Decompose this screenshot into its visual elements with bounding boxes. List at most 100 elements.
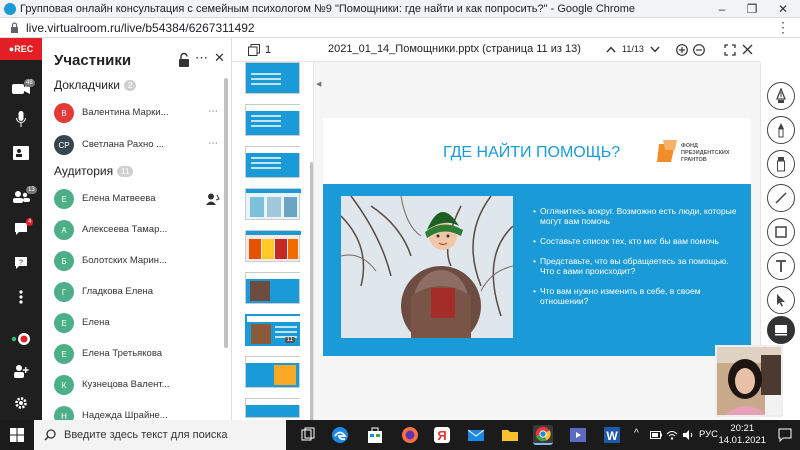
lock-icon	[11, 22, 18, 33]
windows-start-icon[interactable]	[10, 428, 24, 442]
participant-row[interactable]: Б Болотских Марин...	[54, 248, 224, 274]
url-text[interactable]: live.virtualroom.ru/live/b54384/62673114…	[26, 21, 255, 35]
panel-close-button[interactable]: ✕	[214, 50, 225, 66]
panel-more-button[interactable]: ⋯	[195, 50, 208, 66]
mail-icon[interactable]	[466, 425, 486, 445]
slide-bullet: Что вам нужно изменить в себе, в своем о…	[533, 286, 743, 306]
close-document-icon[interactable]	[742, 44, 753, 55]
webcam-video-tile[interactable]	[715, 345, 783, 417]
participant-row[interactable]: А Алексеева Тамар...	[54, 217, 224, 243]
rectangle-icon	[775, 226, 787, 238]
brush-tool-button[interactable]	[767, 116, 795, 144]
close-window-button[interactable]: ✕	[768, 0, 798, 18]
participant-row[interactable]: Е Елена Матвеева	[54, 186, 224, 212]
more-options-button[interactable]	[0, 284, 42, 310]
unlock-icon[interactable]	[178, 53, 190, 67]
participant-row[interactable]: К Кузнецова Валент...	[54, 372, 224, 398]
tray-chevron-icon[interactable]: ^	[634, 428, 639, 439]
taskbar-search-box[interactable]: Введите здесь текст для поиска	[34, 420, 286, 450]
cursor-icon	[777, 294, 785, 307]
text-tool-button[interactable]	[767, 252, 795, 280]
task-view-icon[interactable]	[298, 425, 318, 445]
presentation-mode-button[interactable]	[767, 316, 795, 344]
file-explorer-icon[interactable]	[500, 425, 520, 445]
word-icon[interactable]: W	[602, 425, 622, 445]
current-thumb-number: 11	[284, 337, 295, 343]
participant-row[interactable]: Е Елена Третьякова	[54, 341, 224, 367]
text-icon	[776, 260, 786, 272]
gear-icon	[15, 397, 27, 409]
marker-tool-button[interactable]	[767, 150, 795, 178]
screen-share-button[interactable]	[0, 140, 42, 166]
participant-name: Светлана Рахно ...	[82, 139, 165, 150]
restore-button[interactable]: ❐	[737, 0, 767, 18]
window-title-bar: Групповая онлайн консультация с семейным…	[0, 0, 800, 18]
yandex-browser-icon[interactable]: Я	[432, 425, 452, 445]
chat-button[interactable]: 4	[0, 216, 42, 242]
thumbnails-scrollbar[interactable]	[310, 162, 313, 422]
page-counter[interactable]: 11/13	[622, 44, 644, 54]
question-button[interactable]: ?	[0, 250, 42, 276]
notifications-icon[interactable]	[778, 428, 792, 442]
raise-hand-icon[interactable]	[206, 193, 220, 205]
slide-thumbnail[interactable]	[245, 398, 301, 418]
participants-panel: Участники ⋯ ✕ Докладчики 2 Аудитория 11 ВВ…	[42, 38, 232, 426]
avatar: А	[54, 220, 74, 240]
rectangle-tool-button[interactable]	[767, 218, 795, 246]
participant-row[interactable]: СР Светлана Рахно ... ⋯	[54, 132, 224, 158]
slide-thumbnail[interactable]	[245, 356, 301, 388]
participant-row[interactable]: Г Гладкова Елена	[54, 279, 224, 305]
slide-thumbnail[interactable]	[245, 104, 301, 136]
line-icon	[775, 192, 787, 204]
participants-scrollbar[interactable]	[224, 78, 228, 348]
presentation-slide: ГДЕ НАЙТИ ПОМОЩЬ? ФОНД ПРЕЗИДЕНТСКИХ ГРА…	[323, 118, 751, 356]
avatar: К	[54, 375, 74, 395]
zoom-in-icon[interactable]	[676, 44, 688, 56]
participant-name: Елена Третьякова	[82, 348, 163, 359]
pen-tool-button[interactable]	[767, 82, 795, 110]
slide-thumbnail[interactable]	[245, 272, 301, 304]
slide-thumbnail[interactable]	[245, 62, 300, 94]
participant-menu-button[interactable]: ⋯	[208, 138, 218, 149]
slide-thumbnail[interactable]	[245, 230, 301, 262]
page-down-icon[interactable]	[650, 46, 660, 53]
pointer-tool-button[interactable]	[767, 286, 795, 314]
keyboard-language[interactable]: РУС	[699, 429, 718, 440]
wifi-icon[interactable]	[666, 429, 678, 441]
slide-thumbnail[interactable]	[245, 146, 301, 178]
battery-icon[interactable]	[650, 430, 662, 440]
line-tool-button[interactable]	[767, 184, 795, 212]
status-indicator-button[interactable]	[0, 326, 42, 352]
marker-icon	[777, 157, 785, 172]
svg-text:?: ?	[19, 260, 23, 267]
slide-thumbnail[interactable]	[245, 188, 301, 220]
address-bar[interactable]: live.virtualroom.ru/live/b54384/62673114…	[0, 18, 800, 38]
system-clock[interactable]: 20:21 14.01.2021	[718, 423, 766, 447]
participants-button[interactable]: 13	[0, 184, 42, 210]
chrome-icon[interactable]	[533, 425, 553, 445]
zoom-out-icon[interactable]	[693, 44, 705, 56]
participant-row[interactable]: В Валентина Марки... ⋯	[54, 100, 224, 126]
settings-button[interactable]	[0, 390, 42, 416]
volume-icon[interactable]	[682, 429, 694, 441]
camera-button[interactable]: 48	[0, 76, 42, 102]
participant-name: Валентина Марки...	[82, 107, 169, 118]
slide-thumbnail-current[interactable]: 11	[245, 314, 302, 346]
record-button[interactable]: ● REC	[0, 38, 42, 60]
edge-browser-icon[interactable]	[330, 425, 350, 445]
media-player-icon[interactable]	[568, 425, 588, 445]
presentation-icon	[775, 325, 787, 336]
collapse-thumbnails-icon[interactable]: ◀	[316, 80, 321, 88]
participant-menu-button[interactable]: ⋯	[208, 106, 218, 117]
page-up-icon[interactable]	[606, 46, 616, 53]
minimize-button[interactable]: –	[707, 0, 737, 18]
invite-user-button[interactable]	[0, 358, 42, 384]
store-icon[interactable]	[365, 425, 385, 445]
fullscreen-icon[interactable]	[724, 44, 736, 56]
participant-row[interactable]: Е Елена	[54, 310, 224, 336]
svg-text:ГРАНТОВ: ГРАНТОВ	[681, 157, 707, 163]
browser-menu-button[interactable]: ⋮	[776, 19, 790, 36]
microphone-button[interactable]	[0, 106, 42, 132]
slides-list-icon[interactable]	[248, 44, 260, 56]
firefox-icon[interactable]	[400, 425, 420, 445]
